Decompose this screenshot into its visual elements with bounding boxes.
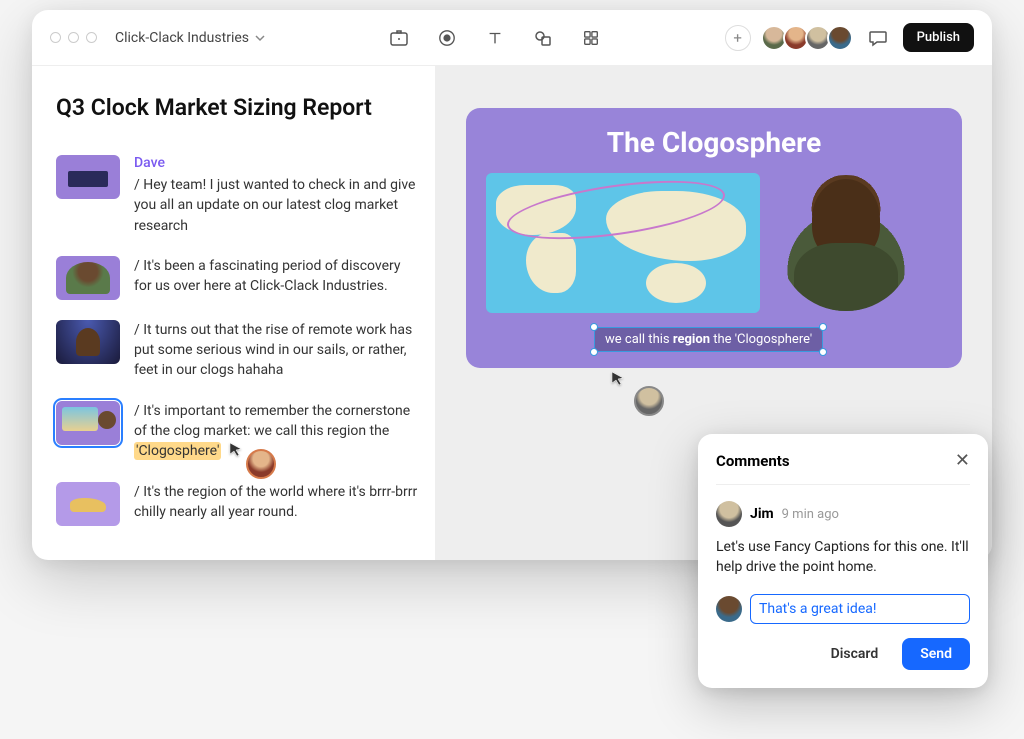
transcript-row: Dave / Hey team! I just wanted to check … <box>56 155 419 236</box>
resize-handle[interactable] <box>590 348 598 356</box>
transcript-row: / It turns out that the rise of remote w… <box>56 320 419 381</box>
comments-heading: Comments <box>716 452 790 470</box>
clip-thumbnail-selected[interactable] <box>56 401 120 445</box>
cursor-pointer-icon <box>610 370 626 386</box>
transcript-segment: / It's important to remember the corners… <box>134 403 410 439</box>
resize-handle[interactable] <box>819 323 827 331</box>
caption-bold: region <box>673 332 710 347</box>
text-tool-icon[interactable] <box>485 28 505 48</box>
speaker-label: Dave <box>134 155 419 171</box>
reply-avatar <box>716 596 742 622</box>
traffic-lights <box>50 32 97 43</box>
shapes-tool-icon[interactable] <box>533 28 553 48</box>
comments-header: Comments ✕ <box>716 452 970 485</box>
add-collaborator-button[interactable]: + <box>725 25 751 51</box>
traffic-min[interactable] <box>68 32 79 43</box>
caption-segment: we call this <box>605 332 673 347</box>
comment-time: 9 min ago <box>782 507 839 522</box>
clip-thumbnail[interactable] <box>56 155 120 199</box>
collaborator-cursor-avatar <box>634 386 664 416</box>
resize-handle[interactable] <box>590 323 598 331</box>
comment-meta: Jim 9 min ago <box>716 501 970 527</box>
comment-avatar <box>716 501 742 527</box>
comments-panel: Comments ✕ Jim 9 min ago Let's use Fancy… <box>698 434 988 688</box>
collaborator-avatars <box>765 25 853 51</box>
slide-title: The Clogosphere <box>486 126 942 159</box>
caption-segment: the 'Clogosphere' <box>710 332 812 347</box>
comment-actions: Discard Send <box>716 638 970 670</box>
media-tool-icon[interactable] <box>389 28 409 48</box>
caption-selection[interactable]: we call this region the 'Clogosphere' <box>594 327 823 352</box>
slide[interactable]: The Clogosphere we call this region the … <box>466 108 962 368</box>
transcript-text[interactable]: / Hey team! I just wanted to check in an… <box>134 175 419 236</box>
traffic-close[interactable] <box>50 32 61 43</box>
record-tool-icon[interactable] <box>437 28 457 48</box>
transcript-text[interactable]: / It turns out that the rise of remote w… <box>134 320 419 381</box>
transcript-row: / It's been a fascinating period of disc… <box>56 256 419 300</box>
transcript-text[interactable]: / It's been a fascinating period of disc… <box>134 256 419 297</box>
highlighted-text: 'Clogosphere' <box>134 442 221 460</box>
send-button[interactable]: Send <box>902 638 970 670</box>
transcript-row: / It's important to remember the corners… <box>56 401 419 462</box>
publish-button[interactable]: Publish <box>903 23 974 52</box>
toolbar: Click-Clack Industries + <box>32 10 992 66</box>
transcript-text[interactable]: / It's the region of the world where it'… <box>134 482 419 523</box>
slide-content <box>486 173 942 313</box>
project-selector[interactable]: Click-Clack Industries <box>115 30 265 46</box>
comment-text: Let's use Fancy Captions for this one. I… <box>716 537 970 578</box>
transcript-row: / It's the region of the world where it'… <box>56 482 419 526</box>
collaborator-cursor-avatar <box>246 449 276 479</box>
grid-tool-icon[interactable] <box>581 28 601 48</box>
toolbar-right: + Publish <box>725 23 974 52</box>
discard-button[interactable]: Discard <box>817 638 893 670</box>
project-name: Click-Clack Industries <box>115 30 249 46</box>
reply-row <box>716 594 970 624</box>
traffic-max[interactable] <box>86 32 97 43</box>
page-title: Q3 Clock Market Sizing Report <box>56 94 419 121</box>
comments-icon[interactable] <box>867 27 889 49</box>
chevron-down-icon <box>255 33 265 43</box>
world-map <box>486 173 760 313</box>
transcript-text[interactable]: / It's important to remember the corners… <box>134 401 419 462</box>
clip-thumbnail[interactable] <box>56 320 120 364</box>
reply-input[interactable] <box>750 594 970 624</box>
toolbar-center <box>283 28 707 48</box>
speaker-video-bubble[interactable] <box>778 175 914 311</box>
cursor-pointer-icon <box>228 441 244 457</box>
avatar[interactable] <box>827 25 853 51</box>
caption-text: we call this region the 'Clogosphere' <box>594 327 823 352</box>
transcript-panel: Q3 Clock Market Sizing Report Dave / Hey… <box>32 66 436 560</box>
close-icon[interactable]: ✕ <box>955 452 970 470</box>
resize-handle[interactable] <box>819 348 827 356</box>
comment-author: Jim <box>750 506 774 522</box>
clip-thumbnail[interactable] <box>56 482 120 526</box>
clip-thumbnail[interactable] <box>56 256 120 300</box>
